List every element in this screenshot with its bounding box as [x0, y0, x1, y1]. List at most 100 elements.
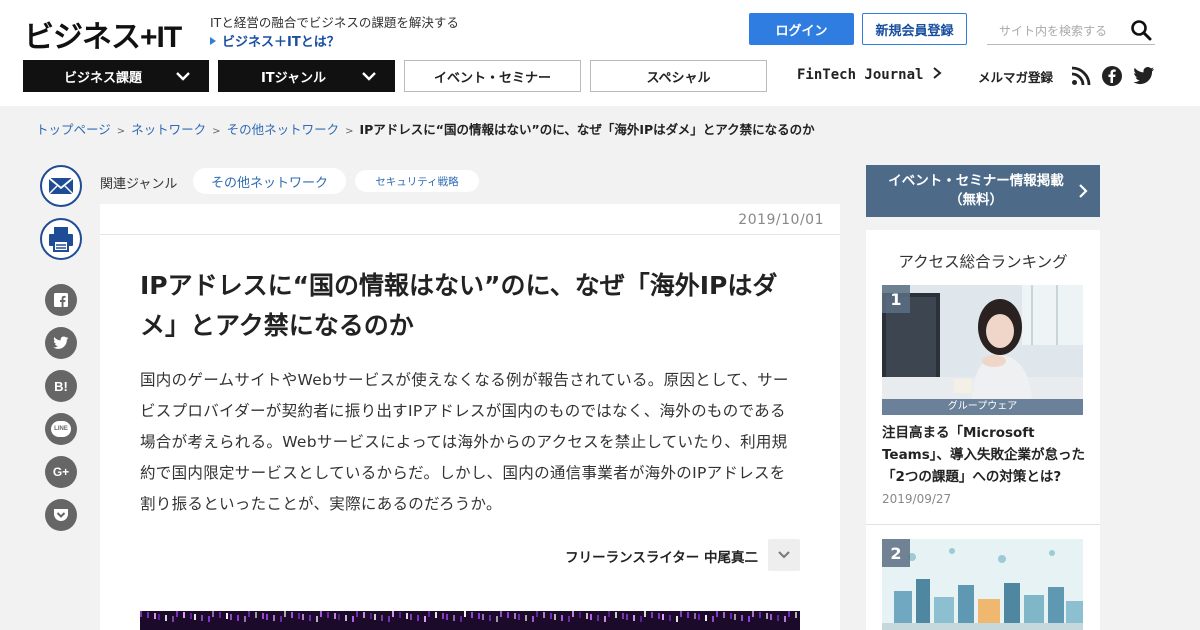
breadcrumb-item[interactable]: ネットワーク: [131, 122, 206, 137]
article-date: 2019/10/01: [738, 212, 824, 228]
matrix-glyph: [741, 615, 743, 621]
pocket-icon: [54, 508, 68, 521]
matrix-glyph: [597, 615, 599, 621]
share-email-button[interactable]: [40, 165, 82, 207]
matrix-glyph: [212, 611, 214, 617]
matrix-glyph: [158, 614, 160, 620]
twitter-icon[interactable]: [1133, 66, 1155, 86]
matrix-glyph: [644, 611, 646, 617]
nav-event[interactable]: イベント・セミナー: [404, 60, 581, 92]
matrix-glyph: [280, 616, 282, 622]
matrix-glyph: [165, 615, 167, 621]
chevron-right-icon: [933, 67, 942, 79]
matrix-glyph: [748, 616, 750, 622]
share-twitter-button[interactable]: [45, 327, 77, 359]
event-listing-banner[interactable]: イベント・セミナー情報掲載 （無料）: [866, 165, 1100, 217]
event-banner-line1: イベント・セミナー情報掲載: [888, 173, 1064, 189]
chevron-down-icon: [778, 551, 790, 559]
matrix-glyph: [327, 612, 329, 618]
share-hatena-button[interactable]: B!: [45, 370, 77, 402]
matrix-glyph: [266, 614, 268, 620]
matrix-glyph: [723, 612, 725, 618]
matrix-glyph: [561, 615, 563, 621]
matrix-glyph: [777, 615, 779, 621]
article-lead: 国内のゲームサイトやWebサービスが使えなくなる例が報告されている。原因として、…: [140, 371, 789, 513]
breadcrumb-separator: >: [212, 126, 221, 137]
matrix-glyph: [770, 614, 772, 620]
matrix-glyph: [352, 616, 354, 622]
matrix-glyph: [316, 616, 318, 622]
matrix-glyph: [568, 616, 570, 622]
matrix-glyph: [579, 612, 581, 618]
search-button[interactable]: [1129, 19, 1153, 43]
matrix-glyph: [626, 614, 628, 620]
matrix-glyph: [464, 611, 466, 617]
facebook-icon[interactable]: [1102, 66, 1122, 86]
ranking-headline[interactable]: 注目高まる「Microsoft Teams」、導入失敗企業が怠った「2つの課題」…: [882, 422, 1088, 488]
genre-tag[interactable]: その他ネットワーク: [193, 168, 346, 194]
matrix-glyph: [302, 614, 304, 620]
mail-icon: [48, 177, 74, 195]
matrix-glyph: [320, 611, 322, 617]
nav-itgenre[interactable]: ITジャンル: [218, 60, 395, 92]
genre-tag[interactable]: セキュリティ戦略: [355, 170, 479, 192]
nav-special[interactable]: スペシャル: [590, 60, 767, 92]
share-line-button[interactable]: LINE: [45, 413, 77, 445]
print-button[interactable]: [40, 218, 82, 260]
ranking-thumbnail[interactable]: 2: [882, 539, 1083, 630]
share-pocket-button[interactable]: [45, 499, 77, 531]
nav-fintech[interactable]: FinTech Journal: [797, 66, 942, 83]
matrix-glyph: [788, 611, 790, 617]
matrix-glyph: [525, 615, 527, 621]
matrix-pattern: [140, 611, 800, 630]
matrix-glyph: [172, 616, 174, 622]
share-facebook-button[interactable]: [45, 284, 77, 316]
matrix-glyph: [194, 614, 196, 620]
rss-icon[interactable]: [1071, 66, 1091, 86]
login-button[interactable]: ログイン: [749, 13, 854, 45]
breadcrumb-item[interactable]: その他ネットワーク: [227, 122, 340, 137]
breadcrumb: トップページ > ネットワーク > その他ネットワーク > IPアドレスに“国の情報はない”…: [36, 119, 815, 138]
matrix-glyph: [183, 612, 185, 618]
matrix-glyph: [453, 615, 455, 621]
divider: [100, 234, 840, 235]
search-input[interactable]: [987, 19, 1121, 43]
nav-business[interactable]: ビジネス課題: [23, 60, 209, 92]
matrix-glyph: [273, 615, 275, 621]
site-search: [987, 17, 1155, 45]
ranking-category[interactable]: グループウェア: [882, 399, 1083, 415]
genre-label: 関連ジャンル: [100, 177, 178, 192]
site-logo[interactable]: ビジネス+IT: [24, 12, 182, 56]
author-expand-button[interactable]: [768, 539, 800, 571]
about-link[interactable]: ビジネス＋ITとは？: [210, 31, 340, 50]
matrix-glyph: [154, 613, 156, 619]
nav-mailmag[interactable]: メルマガ登録: [978, 67, 1053, 86]
matrix-glyph: [752, 611, 754, 617]
about-link-label: ビジネス＋ITとは？: [222, 35, 340, 50]
matrix-glyph: [766, 613, 768, 619]
matrix-glyph: [435, 612, 437, 618]
matrix-glyph: [676, 616, 678, 622]
matrix-glyph: [147, 612, 149, 618]
matrix-glyph: [507, 612, 509, 618]
matrix-glyph: [140, 611, 142, 617]
matrix-glyph: [392, 611, 394, 617]
matrix-glyph: [345, 615, 347, 621]
matrix-glyph: [478, 613, 480, 619]
matrix-glyph: [230, 614, 232, 620]
register-button[interactable]: 新規会員登録: [862, 13, 967, 45]
article-card: 2019/10/01 IPアドレスに“国の情報はない”のに、なぜ「海外IPはダメ…: [100, 204, 840, 630]
matrix-glyph: [572, 611, 574, 617]
share-googleplus-button[interactable]: G+: [45, 456, 77, 488]
matrix-glyph: [698, 614, 700, 620]
breadcrumb-item[interactable]: トップページ: [36, 122, 111, 137]
matrix-glyph: [338, 614, 340, 620]
matrix-glyph: [406, 613, 408, 619]
access-ranking: アクセス総合ランキング 1 グループウェア 注目高まる「Microsoft Te…: [866, 230, 1100, 630]
matrix-glyph: [446, 614, 448, 620]
matrix-glyph: [536, 611, 538, 617]
matrix-glyph: [417, 615, 419, 621]
ranking-thumbnail[interactable]: 1: [882, 285, 1083, 399]
matrix-glyph: [399, 612, 401, 618]
matrix-glyph: [298, 613, 300, 619]
